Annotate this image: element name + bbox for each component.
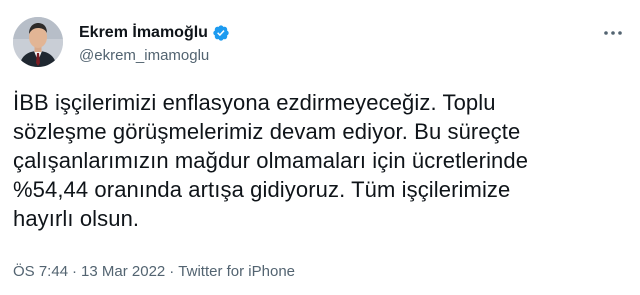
- tweet-text-line: hayırlı olsun.: [13, 206, 140, 231]
- author-name-row: Ekrem İmamoğlu: [79, 22, 230, 44]
- meta-separator: ·: [169, 263, 175, 280]
- tweet-text-line: sözleşme görüşmelerimiz devam ediyor. Bu…: [13, 119, 521, 144]
- more-options-button[interactable]: [600, 24, 626, 42]
- tweet-text-line: çalışanlarımızın mağdur olmamaları için …: [13, 148, 529, 173]
- tweet-text: İBB işçilerimizi enflasyona ezdirmeyeceğ…: [13, 88, 623, 233]
- tweet-date[interactable]: 13 Mar 2022: [81, 263, 165, 280]
- tweet-text-line: %54,44 oranında artışa gidiyoruz. Tüm iş…: [13, 177, 511, 202]
- tweet-source[interactable]: Twitter for iPhone: [178, 263, 295, 280]
- tweet-text-line: İBB işçilerimizi enflasyona ezdirmeyeceğ…: [13, 90, 496, 115]
- verified-badge-icon: [212, 24, 230, 42]
- author-name[interactable]: Ekrem İmamoğlu: [79, 23, 208, 43]
- more-options-icon: [604, 31, 622, 35]
- tweet-meta: ÖS 7:44 · 13 Mar 2022 · Twitter for iPhone: [13, 262, 295, 282]
- author-handle[interactable]: @ekrem_imamoglu: [79, 46, 209, 66]
- meta-separator: ·: [72, 263, 78, 280]
- tweet-time[interactable]: ÖS 7:44: [13, 263, 68, 280]
- avatar[interactable]: [13, 17, 63, 67]
- tweet-card: Ekrem İmamoğlu @ekrem_imamoglu İBB işçil…: [0, 0, 640, 295]
- user-avatar-icon: [13, 17, 63, 67]
